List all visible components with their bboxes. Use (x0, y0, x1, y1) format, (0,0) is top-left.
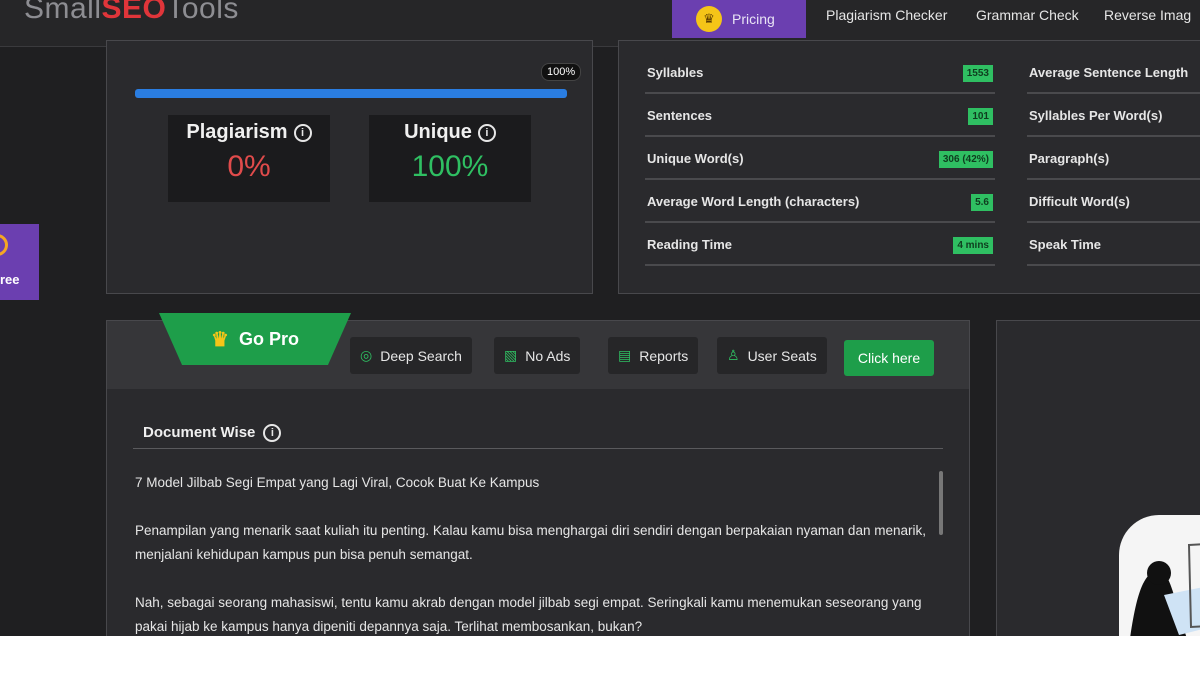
unique-title-row: Unique i (369, 121, 531, 144)
progress-bar (135, 89, 567, 98)
info-icon[interactable]: i (293, 123, 312, 142)
stat-value: 101 (968, 108, 993, 125)
crown-icon: ♛ (211, 328, 229, 351)
nav-plagiarism-checker[interactable]: Plagiarism Checker (826, 7, 947, 23)
feature-label: Deep Search (380, 347, 462, 364)
document-paragraph: Penampilan yang menarik saat kuliah itu … (135, 523, 926, 562)
user-seats-button[interactable]: ♙ User Seats (717, 337, 827, 374)
progress-badge: 100% (541, 63, 582, 81)
logo-part-2: Tools (166, 0, 239, 25)
stat-label: Speak Time (1029, 237, 1102, 252)
go-pro-badge[interactable]: ♛ Go Pro (159, 313, 351, 365)
stat-row: Average Sentence Length (1027, 51, 1200, 94)
stat-row: Sentences 101 (645, 94, 995, 137)
stats-panel: Syllables 1553 Sentences 101 Unique Word… (618, 40, 1200, 294)
stat-row: Average Word Length (characters) 5.6 (645, 180, 995, 223)
plagiarism-value: 0% (227, 150, 271, 183)
document-panel: ♛ Go Pro ◎ Deep Search ▧ No Ads ▤ Report… (106, 313, 970, 636)
promo-side-tab[interactable]: ree (0, 224, 39, 300)
plagiarism-title-row: Plagiarism i (168, 121, 330, 144)
crown-icon: ♛ (696, 6, 722, 32)
logo-part-accent: SEO (101, 0, 167, 25)
go-pro-bar: ♛ Go Pro ◎ Deep Search ▧ No Ads ▤ Report… (107, 313, 969, 389)
stat-label: Paragraph(s) (1029, 151, 1110, 166)
user-icon: ♙ (727, 347, 740, 363)
document-text: 7 Model Jilbab Segi Empat yang Lagi Vira… (135, 471, 935, 636)
stat-value: 306 (42%) (938, 151, 993, 168)
stat-label: Difficult Word(s) (1029, 194, 1130, 209)
click-here-button[interactable]: Click here (844, 340, 934, 376)
unique-title: Unique (404, 121, 472, 143)
app-screen: SmallSEOTools ♛ Pricing Plagiarism Check… (0, 0, 1200, 636)
stat-label: Syllables (647, 65, 704, 80)
unique-value: 100% (411, 150, 489, 183)
nav-reverse-image[interactable]: Reverse Imag (1104, 7, 1191, 23)
scrollbar-thumb[interactable] (939, 471, 943, 535)
illustration-image (1119, 515, 1200, 636)
pricing-label: Pricing (732, 11, 775, 27)
search-icon: ◎ (360, 347, 373, 363)
plagiarism-score-card: Plagiarism i 0% (168, 115, 330, 202)
stat-label: Average Word Length (characters) (647, 194, 860, 209)
document-paragraph: 7 Model Jilbab Segi Empat yang Lagi Vira… (135, 475, 540, 490)
logo-part-1: Small (24, 0, 102, 25)
feature-label: User Seats (747, 347, 817, 364)
stat-value: 4 mins (953, 237, 993, 254)
promo-label: ree (0, 272, 20, 287)
stat-label: Sentences (647, 108, 713, 123)
document-wise-title: Document Wise (143, 424, 256, 441)
deep-search-button[interactable]: ◎ Deep Search (350, 337, 472, 374)
info-icon[interactable]: i (477, 123, 496, 142)
stat-row: Speak Time (1027, 223, 1200, 266)
stat-value: 5.6 (971, 194, 993, 211)
go-pro-label: Go Pro (238, 328, 299, 349)
stat-label: Average Sentence Length (1029, 65, 1189, 80)
stat-label: Unique Word(s) (647, 151, 744, 166)
document-paragraph: Nah, sebagai seorang mahasiswi, tentu ka… (135, 595, 922, 634)
stat-row: Difficult Word(s) (1027, 180, 1200, 223)
stat-row: Reading Time 4 mins (645, 223, 995, 266)
no-ads-button[interactable]: ▧ No Ads (494, 337, 581, 374)
stat-row: Paragraph(s) (1027, 137, 1200, 180)
plagiarism-title: Plagiarism (186, 121, 288, 143)
stat-row: Syllables Per Word(s) (1027, 94, 1200, 137)
side-panel (996, 320, 1200, 636)
stat-row: Syllables 1553 (645, 51, 995, 94)
pricing-button[interactable]: ♛ Pricing (672, 0, 806, 38)
no-ads-icon: ▧ (504, 347, 518, 363)
nav-grammar-check[interactable]: Grammar Check (976, 7, 1079, 23)
unique-score-card: Unique i 100% (369, 115, 531, 202)
feature-label: Reports (639, 347, 689, 364)
feature-label: No Ads (525, 347, 571, 364)
stat-value: 1553 (962, 65, 993, 82)
logo[interactable]: SmallSEOTools (24, 0, 239, 26)
info-icon[interactable]: i (263, 423, 282, 442)
stat-label: Reading Time (647, 237, 733, 252)
coin-icon (0, 234, 8, 256)
reports-button[interactable]: ▤ Reports (608, 337, 699, 374)
result-panel: 100% Plagiarism i 0% Unique i 100% (106, 40, 593, 294)
report-icon: ▤ (618, 347, 632, 363)
stat-label: Syllables Per Word(s) (1029, 108, 1163, 123)
document-wise-header: Document Wise i (133, 417, 943, 449)
person-illustration (1130, 543, 1200, 636)
stat-row: Unique Word(s) 306 (42%) (645, 137, 995, 180)
